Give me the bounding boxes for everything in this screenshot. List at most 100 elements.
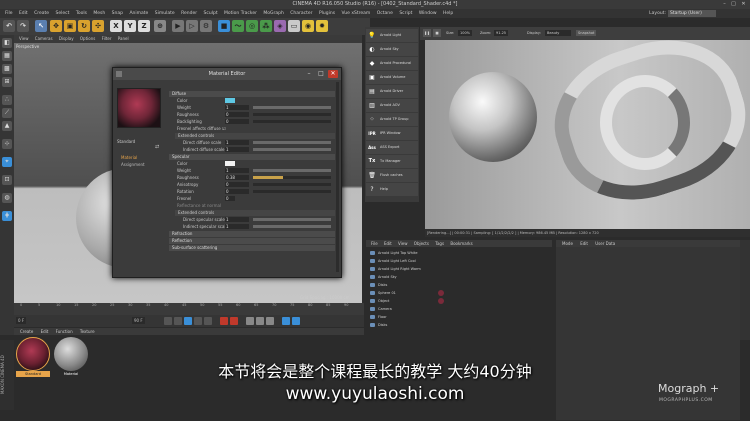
- deformer-icon[interactable]: ◈: [274, 20, 286, 32]
- snapshot-button[interactable]: Snapshot: [576, 30, 597, 36]
- maximize-icon[interactable]: □: [730, 1, 737, 7]
- material-tag-icon[interactable]: [438, 298, 444, 304]
- menu-tools[interactable]: Tools: [76, 9, 87, 18]
- menu-sculpt[interactable]: Sculpt: [204, 9, 218, 18]
- edges-mode-icon[interactable]: ⟋: [2, 108, 12, 118]
- axis-mode-icon[interactable]: ⊹: [2, 139, 12, 149]
- vp-menu-cameras[interactable]: Cameras: [35, 36, 53, 41]
- timeline-ruler[interactable]: 0 5 10 15 20 25 30 35 40 45 50 55 60 65 …: [14, 303, 364, 315]
- indirect-specular-field[interactable]: 1: [225, 224, 249, 229]
- scale-icon[interactable]: ▣: [64, 20, 76, 32]
- minimize-icon[interactable]: –: [721, 1, 728, 7]
- object-row[interactable]: Arnold Light Top White: [370, 249, 552, 257]
- om-menu-tags[interactable]: Tags: [435, 241, 444, 246]
- display-select[interactable]: Beauty: [545, 30, 571, 36]
- indirect-specular-slider[interactable]: [253, 225, 331, 228]
- object-row[interactable]: Camera: [370, 305, 552, 313]
- arnold-procedural-button[interactable]: ◆ Arnold Procedural: [366, 57, 418, 70]
- arnold-volume-button[interactable]: ▣ Arnold Volume: [366, 71, 418, 84]
- attr-menu-edit[interactable]: Edit: [580, 241, 588, 246]
- nav-material[interactable]: Material: [121, 154, 145, 161]
- autokey-icon[interactable]: [230, 317, 238, 325]
- specular-roughness-field[interactable]: 0.38: [225, 175, 249, 180]
- texture-mode-icon[interactable]: ▩: [2, 64, 12, 74]
- menu-snap[interactable]: Snap: [112, 9, 123, 18]
- size-field[interactable]: 100%: [458, 30, 473, 36]
- specular-anisotropy-field[interactable]: 0: [225, 182, 249, 187]
- array-icon[interactable]: ⁂: [260, 20, 272, 32]
- arnold-driver-button[interactable]: ▤ Arnold Driver: [366, 85, 418, 98]
- attr-menu-mode[interactable]: Mode: [562, 241, 573, 246]
- specular-roughness-slider[interactable]: [253, 176, 331, 179]
- end-frame-field[interactable]: 90 F: [132, 317, 145, 324]
- attr-menu-user-data[interactable]: User Data: [595, 241, 615, 246]
- move-key-icon[interactable]: [246, 317, 254, 325]
- fresnel-diffuse-row[interactable]: Fresnel affects diffuse ☑: [169, 125, 335, 132]
- object-row[interactable]: Disks: [370, 321, 552, 329]
- om-menu-objects[interactable]: Objects: [414, 241, 429, 246]
- om-menu-edit[interactable]: Edit: [384, 241, 392, 246]
- fresnel-checkbox[interactable]: 0: [225, 196, 235, 201]
- ass-export-button[interactable]: Ass ASS Export: [366, 141, 418, 154]
- menu-create[interactable]: Create: [34, 9, 49, 18]
- diffuse-color-swatch[interactable]: [225, 98, 235, 103]
- pla-icon[interactable]: [292, 317, 300, 325]
- vp-menu-filter[interactable]: Filter: [102, 36, 112, 41]
- diffuse-roughness-field[interactable]: 0: [225, 112, 249, 117]
- render-image[interactable]: [425, 40, 750, 229]
- mm-menu-create[interactable]: Create: [20, 329, 33, 334]
- undo-icon[interactable]: ↶: [3, 20, 15, 32]
- prev-key-icon[interactable]: [174, 317, 182, 325]
- vp-menu-display[interactable]: Display: [59, 36, 74, 41]
- vp-menu-panel[interactable]: Panel: [118, 36, 129, 41]
- scale-key-icon[interactable]: [256, 317, 264, 325]
- record-icon[interactable]: [220, 317, 228, 325]
- direct-diffuse-slider[interactable]: [253, 141, 331, 144]
- floor-icon[interactable]: ▭: [288, 20, 300, 32]
- diffuse-roughness-slider[interactable]: [253, 113, 331, 116]
- menu-simulate[interactable]: Simulate: [155, 9, 175, 18]
- object-row[interactable]: Arnold Light Left Cool: [370, 257, 552, 265]
- close-icon[interactable]: ✕: [740, 1, 747, 7]
- menu-octane[interactable]: Octane: [377, 9, 393, 18]
- pause-icon[interactable]: ❚❚: [423, 29, 431, 37]
- menu-file[interactable]: File: [5, 9, 13, 18]
- sculpt-icon[interactable]: ◍: [2, 193, 12, 203]
- object-row[interactable]: Arnold Light Right Warm: [370, 265, 552, 273]
- mm-menu-function[interactable]: Function: [56, 329, 73, 334]
- arnold-tp-group-button[interactable]: ⁘ Arnold TP Group: [366, 113, 418, 126]
- direct-specular-field[interactable]: 1: [225, 217, 249, 222]
- direct-specular-slider[interactable]: [253, 218, 331, 221]
- diffuse-weight-field[interactable]: 1: [225, 105, 249, 110]
- diffuse-backlighting-field[interactable]: 0: [225, 119, 249, 124]
- polygons-mode-icon[interactable]: ▲: [2, 121, 12, 131]
- specular-rotation-field[interactable]: 0: [225, 189, 249, 194]
- axis-x-button[interactable]: X: [110, 20, 122, 32]
- arnold-sky-button[interactable]: ◐ Arnold Sky: [366, 43, 418, 56]
- stop-icon[interactable]: ■: [433, 29, 441, 37]
- coord-system-icon[interactable]: ⊕: [154, 20, 166, 32]
- grid-icon[interactable]: ⋕: [2, 211, 12, 221]
- render-view-icon[interactable]: ▶: [172, 20, 184, 32]
- redo-icon[interactable]: ↷: [17, 20, 29, 32]
- menu-plugins[interactable]: Plugins: [319, 9, 335, 18]
- menu-character[interactable]: Character: [290, 9, 312, 18]
- menu-select[interactable]: Select: [56, 9, 70, 18]
- close-icon[interactable]: ✕: [328, 70, 338, 78]
- arnold-aov-button[interactable]: ▥ Arnold AOV: [366, 99, 418, 112]
- cube-icon[interactable]: ■: [218, 20, 230, 32]
- flush-caches-button[interactable]: 🗑 Flush caches: [366, 169, 418, 182]
- object-row[interactable]: Object: [370, 297, 552, 305]
- menu-window[interactable]: Window: [419, 9, 437, 18]
- minimize-icon[interactable]: –: [305, 70, 313, 78]
- model-mode-icon[interactable]: ▦: [2, 51, 12, 61]
- specular-weight-field[interactable]: 1: [225, 168, 249, 173]
- object-row[interactable]: Floor: [370, 313, 552, 321]
- menu-render[interactable]: Render: [181, 9, 197, 18]
- object-row[interactable]: Arnold Sky: [370, 273, 552, 281]
- om-menu-bookmarks[interactable]: Bookmarks: [450, 241, 472, 246]
- help-button[interactable]: ? Help: [366, 183, 418, 196]
- menu-edit[interactable]: Edit: [19, 9, 28, 18]
- layout-select[interactable]: Startup (User): [668, 10, 716, 17]
- nav-assignment[interactable]: Assignment: [121, 161, 145, 168]
